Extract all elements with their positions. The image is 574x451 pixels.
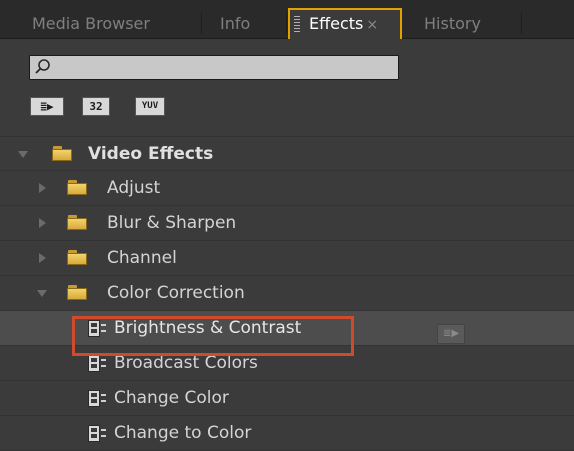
- tree-item-label: Change to Color: [114, 423, 252, 443]
- tree-item-label: Channel: [107, 248, 177, 268]
- drag-grip-icon[interactable]: [294, 16, 300, 32]
- expanded-arrow-icon[interactable]: [37, 290, 47, 297]
- tab-effects[interactable]: Effects ×: [288, 8, 402, 39]
- accelerated-effect-badge: ≣▶: [437, 324, 465, 344]
- accelerated-effects-button[interactable]: ≣▶: [30, 97, 64, 116]
- tab-divider: [521, 12, 522, 34]
- highlight-annotation: [72, 316, 354, 356]
- effect-icon: [88, 390, 106, 407]
- tree-effect-change-color[interactable]: Change Color: [0, 381, 574, 416]
- effect-icon: [88, 425, 106, 442]
- tab-media-browser[interactable]: Media Browser: [32, 10, 150, 38]
- tab-divider: [201, 12, 202, 34]
- tree-effect-change-to-color[interactable]: Change to Color: [0, 416, 574, 451]
- tab-divider: [286, 12, 287, 34]
- folder-icon: [67, 285, 87, 300]
- effect-icon: [88, 355, 106, 372]
- 32-bit-icon: 32: [89, 100, 103, 113]
- tree-folder-video-effects[interactable]: Video Effects: [0, 136, 574, 171]
- tab-history[interactable]: History: [424, 10, 481, 38]
- tree-folder-color-correction[interactable]: Color Correction: [0, 276, 574, 311]
- tree-folder-channel[interactable]: Channel: [0, 241, 574, 276]
- tree-folder-adjust[interactable]: Adjust: [0, 171, 574, 206]
- tab-label: History: [424, 14, 481, 33]
- tree-item-label: Blur & Sharpen: [107, 213, 237, 233]
- tree-item-label: Change Color: [114, 388, 229, 408]
- search-icon: [35, 59, 50, 74]
- close-icon[interactable]: ×: [366, 17, 378, 33]
- folder-icon: [67, 250, 87, 265]
- yuv-icon: YUV: [141, 101, 159, 111]
- tab-info[interactable]: Info: [220, 10, 250, 38]
- tree-folder-blur-sharpen[interactable]: Blur & Sharpen: [0, 206, 574, 241]
- search-input[interactable]: [29, 55, 399, 80]
- tree-item-label: Video Effects: [88, 144, 214, 164]
- folder-icon: [52, 146, 72, 161]
- tab-label: Media Browser: [32, 14, 150, 33]
- folder-icon: [67, 180, 87, 195]
- yuv-effects-button[interactable]: YUV: [135, 97, 165, 116]
- collapsed-arrow-icon[interactable]: [39, 253, 46, 263]
- expanded-arrow-icon[interactable]: [18, 151, 28, 158]
- collapsed-arrow-icon[interactable]: [39, 218, 46, 228]
- collapsed-arrow-icon[interactable]: [39, 183, 46, 193]
- tree-item-label: Adjust: [107, 178, 161, 198]
- folder-icon: [67, 215, 87, 230]
- 32-bit-effects-button[interactable]: 32: [82, 97, 110, 116]
- tab-label: Effects: [309, 14, 364, 33]
- tree-item-label: Color Correction: [107, 283, 245, 303]
- panel-tab-bar: Media Browser Info Effects × History: [0, 0, 574, 39]
- tab-label: Info: [220, 14, 251, 33]
- accelerated-effects-icon: ≣▶: [40, 100, 54, 113]
